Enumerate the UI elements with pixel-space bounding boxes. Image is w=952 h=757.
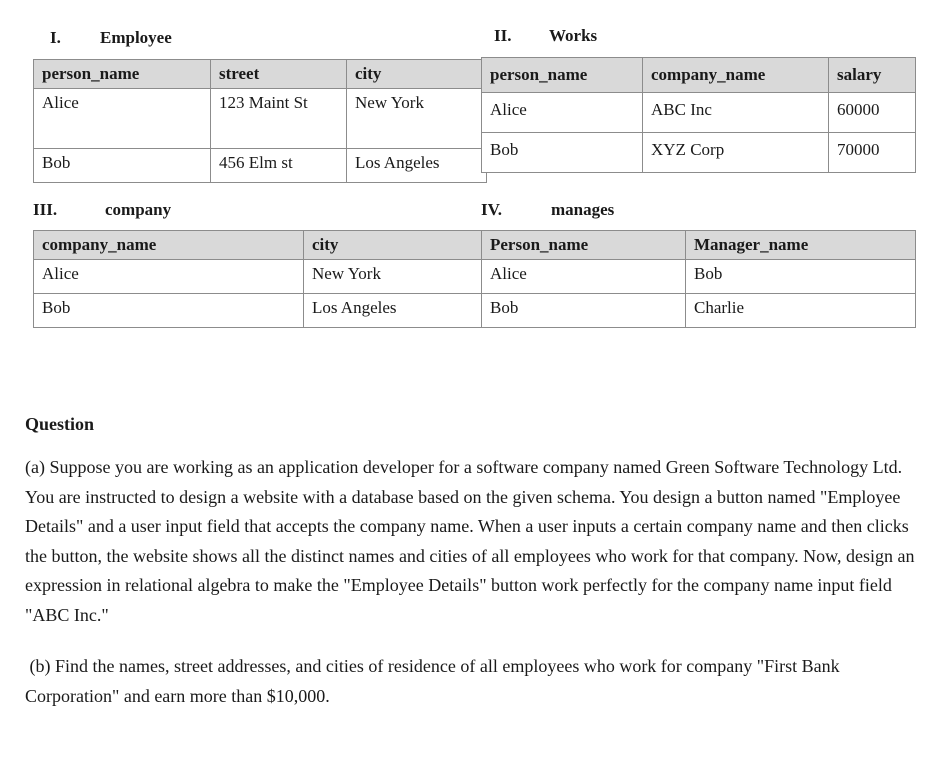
- column-header-city: city: [346, 59, 487, 89]
- cell-city: Los Angeles: [303, 293, 487, 328]
- table-works: person_name company_name salary Alice AB…: [481, 57, 916, 173]
- table-row: Bob 456 Elm st Los Angeles: [33, 148, 487, 183]
- table-heading-company: III. company: [33, 183, 476, 230]
- table-row: Alice 123 Maint St New York: [33, 88, 487, 149]
- column-header-company-name: company_name: [33, 230, 304, 260]
- question-part-b: (b) Find the names, street addresses, an…: [25, 656, 845, 706]
- cell-street: 456 Elm st: [210, 148, 347, 183]
- cell-person-name: Bob: [481, 132, 643, 173]
- table-employee: person_name street city Alice 123 Maint …: [33, 59, 487, 183]
- table-numeral-i: I.: [50, 28, 61, 47]
- table-company: company_name city Alice New York Bob Los…: [33, 230, 487, 328]
- column-header-company-name: company_name: [642, 57, 829, 93]
- cell-salary: 60000: [828, 92, 916, 133]
- cell-person-name: Bob: [33, 148, 211, 183]
- table-title-employee: Employee: [100, 28, 172, 47]
- schema-cell-employee: I. Employee person_name street city Alice: [0, 0, 487, 183]
- cell-salary: 70000: [828, 132, 916, 173]
- cell-city: New York: [303, 259, 487, 294]
- table-heading-manages: IV. manages: [481, 183, 952, 230]
- schema-cell-manages: IV. manages Person_name Manager_name Alic…: [476, 183, 952, 328]
- table-numeral-iii: III.: [33, 200, 58, 219]
- table-heading-employee: I. Employee: [33, 0, 476, 59]
- question-heading: Question: [25, 414, 95, 434]
- table-header-row: company_name city: [33, 230, 487, 260]
- column-header-street: street: [210, 59, 347, 89]
- cell-company-name: Alice: [33, 259, 304, 294]
- cell-manager-name: Charlie: [685, 293, 916, 328]
- schema-row-bottom: III. company company_name city Alice New …: [0, 183, 952, 328]
- column-header-person-name: person_name: [33, 59, 211, 89]
- column-header-city: city: [303, 230, 487, 260]
- table-title-manages: manages: [551, 200, 615, 219]
- column-header-person-name: person_name: [481, 57, 643, 93]
- column-header-salary: salary: [828, 57, 916, 93]
- column-header-manager-name: Manager_name: [685, 230, 916, 260]
- table-row: Bob Charlie: [481, 293, 916, 328]
- schema-tables-section: I. Employee person_name street city Alice: [0, 0, 952, 328]
- table-manages: Person_name Manager_name Alice Bob Bob C…: [481, 230, 916, 328]
- cell-company-name: XYZ Corp: [642, 132, 829, 173]
- table-numeral-ii: II.: [494, 26, 512, 45]
- cell-city: New York: [346, 88, 487, 149]
- question-section: Question (a) Suppose you are working as …: [25, 413, 920, 711]
- table-row: Alice ABC Inc 60000: [481, 92, 916, 133]
- table-heading-works: II. Works: [481, 0, 952, 57]
- question-part-a: (a) Suppose you are working as an applic…: [25, 457, 919, 625]
- table-title-works: Works: [549, 26, 598, 45]
- cell-person-name: Alice: [33, 88, 211, 149]
- schema-cell-company: III. company company_name city Alice New …: [0, 183, 487, 328]
- table-row: Alice Bob: [481, 259, 916, 294]
- table-numeral-iv: IV.: [481, 200, 502, 219]
- schema-row-top: I. Employee person_name street city Alice: [0, 0, 952, 183]
- cell-person-name: Bob: [481, 293, 686, 328]
- cell-street: 123 Maint St: [210, 88, 347, 149]
- table-row: Alice New York: [33, 259, 487, 294]
- cell-person-name: Alice: [481, 259, 686, 294]
- table-title-company: company: [105, 200, 172, 219]
- cell-company-name: Bob: [33, 293, 304, 328]
- cell-person-name: Alice: [481, 92, 643, 133]
- table-header-row: Person_name Manager_name: [481, 230, 916, 260]
- table-row: Bob XYZ Corp 70000: [481, 132, 916, 173]
- table-header-row: person_name street city: [33, 59, 487, 89]
- column-header-person-name: Person_name: [481, 230, 686, 260]
- table-header-row: person_name company_name salary: [481, 57, 916, 93]
- schema-cell-works: II. Works person_name company_name salary…: [476, 0, 952, 183]
- cell-city: Los Angeles: [346, 148, 487, 183]
- table-row: Bob Los Angeles: [33, 293, 487, 328]
- document-page: I. Employee person_name street city Alice: [0, 0, 952, 757]
- cell-company-name: ABC Inc: [642, 92, 829, 133]
- cell-manager-name: Bob: [685, 259, 916, 294]
